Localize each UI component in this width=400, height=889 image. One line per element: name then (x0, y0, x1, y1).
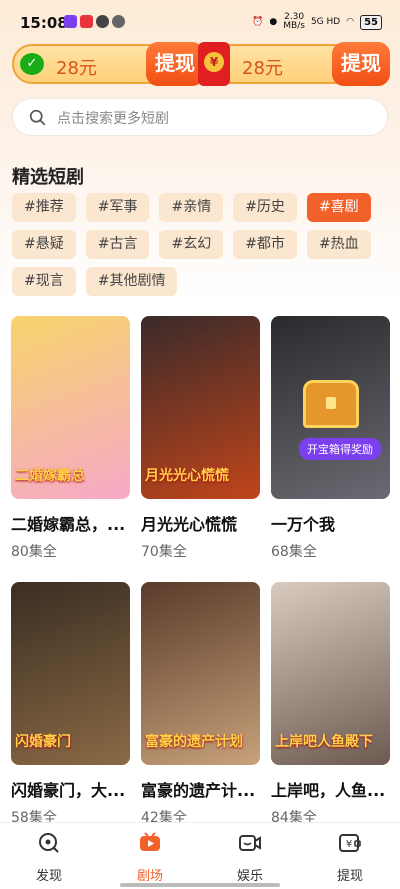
episode-count: 80集全 (11, 544, 57, 560)
withdraw-button[interactable]: 提现 (332, 42, 390, 86)
wechat-reward-card: ✓ 28元 提现 (12, 42, 204, 86)
red-envelope-icon (198, 42, 230, 86)
svg-text:¥: ¥ (346, 839, 352, 850)
drama-card[interactable]: 开宝箱得奖励一万个我 68集全 (271, 316, 390, 561)
nav-withdraw[interactable]: ¥ 提现 (320, 831, 380, 884)
tag-chip[interactable]: #军事 (85, 193, 150, 222)
tag-chip[interactable]: #现言 (12, 267, 76, 296)
app-notification-icon (64, 15, 77, 28)
tag-chip[interactable]: #热血 (306, 230, 371, 259)
status-indicators: ⏰ ● 2.30 MB/s 5G HD ◠ 55 (252, 13, 382, 31)
drama-title: 富豪的遗产计... (141, 781, 256, 800)
tag-chip[interactable]: #推荐 (12, 193, 76, 222)
tag-chip[interactable]: #其他剧情 (85, 267, 178, 296)
theater-icon (140, 832, 160, 851)
nav-theater[interactable]: 剧场 (120, 831, 180, 884)
poster-title-art: 月光光心慌慌 (145, 468, 229, 484)
nav-label: 娱乐 (236, 869, 263, 884)
withdraw-button[interactable]: 提现 (146, 42, 204, 86)
bottom-nav: 发现 剧场 娱乐 ¥ 提现 (0, 822, 400, 889)
drama-card[interactable]: 富豪的遗产计划 富豪的遗产计... 42集全 (141, 582, 260, 827)
treasure-chest-icon (303, 380, 359, 428)
drama-poster[interactable]: 富豪的遗产计划 (141, 582, 260, 765)
drama-card[interactable]: 上岸吧人鱼殿下 上岸吧，人鱼... 84集全 (271, 582, 390, 827)
episode-count: 70集全 (141, 544, 187, 560)
treasure-badge[interactable]: 开宝箱得奖励 (299, 438, 381, 460)
drama-title: 上岸吧，人鱼... (271, 781, 386, 800)
reward-amount: 28元 (242, 58, 283, 79)
nav-label: 剧场 (136, 869, 163, 884)
drama-title: 一万个我 (271, 515, 336, 534)
entertainment-icon (239, 835, 261, 851)
withdraw-icon: ¥ (339, 834, 361, 852)
nav-entertainment[interactable]: 娱乐 (220, 831, 280, 884)
discover-icon (39, 833, 59, 853)
tag-chip[interactable]: #玄幻 (159, 230, 224, 259)
tag-chip[interactable]: #古言 (85, 230, 150, 259)
drama-card[interactable]: 月光光心慌慌 月光光心慌慌 70集全 (141, 316, 260, 561)
drama-poster[interactable]: 闪婚豪门 (11, 582, 130, 765)
tag-chip[interactable]: #喜剧 (306, 193, 371, 222)
tag-chip[interactable]: #历史 (233, 193, 297, 222)
episode-count: 68集全 (271, 544, 317, 560)
poster-title-art: 二婚嫁霸总 (15, 468, 85, 484)
tag-chip[interactable]: #悬疑 (12, 230, 76, 259)
nav-label: 提现 (336, 869, 363, 884)
nav-discover[interactable]: 发现 (19, 831, 79, 884)
drama-title: 闪婚豪门，大... (11, 781, 126, 800)
location-icon: ● (269, 17, 278, 27)
battery-indicator: 55 (360, 14, 382, 30)
status-time: 15:08 (20, 14, 68, 32)
drama-title: 月光光心慌慌 (141, 515, 238, 534)
drama-poster[interactable]: 月光光心慌慌 (141, 316, 260, 499)
chat-notification-icon (96, 15, 109, 28)
drama-card[interactable]: 闪婚豪门 闪婚豪门，大... 58集全 (11, 582, 130, 827)
app-notification-icon (112, 15, 125, 28)
search-bar[interactable]: 点击搜索更多短剧 (12, 98, 388, 136)
signal-indicator: 5G HD (310, 17, 341, 27)
net-speed: 2.30 MB/s (283, 12, 305, 31)
alarm-icon: ⏰ (252, 17, 264, 27)
poster-title-art: 上岸吧人鱼殿下 (275, 734, 373, 750)
drama-title: 二婚嫁霸总，... (11, 515, 126, 534)
home-indicator (120, 883, 280, 887)
notification-icons (64, 15, 125, 28)
app-notification-icon (80, 15, 93, 28)
wechat-icon: ✓ (20, 53, 44, 75)
nav-label: 发现 (35, 869, 62, 884)
drama-poster[interactable]: 上岸吧人鱼殿下 (271, 582, 390, 765)
red-envelope-reward-card: 28元 提现 (198, 42, 390, 86)
category-tags: #推荐 #军事 #亲情 #历史 #喜剧 #悬疑 #古言 #玄幻 #都市 #热血 #现言 #其他剧情 (12, 193, 392, 296)
search-input[interactable]: 点击搜索更多短剧 (57, 108, 169, 128)
search-icon (29, 109, 46, 126)
poster-title-art: 富豪的遗产计划 (145, 734, 243, 750)
drama-poster[interactable]: 二婚嫁霸总 (11, 316, 130, 499)
tag-chip[interactable]: #亲情 (159, 193, 224, 222)
reward-amount: 28元 (56, 58, 97, 79)
section-title: 精选短剧 (12, 167, 84, 188)
status-bar: 15:08 ⏰ ● 2.30 MB/s 5G HD ◠ 55 (0, 0, 400, 40)
tag-chip[interactable]: #都市 (233, 230, 297, 259)
drama-poster[interactable]: 开宝箱得奖励 (271, 316, 390, 499)
wifi-icon: ◠ (346, 17, 355, 27)
poster-title-art: 闪婚豪门 (15, 734, 71, 750)
drama-card[interactable]: 二婚嫁霸总二婚嫁霸总，... 80集全 (11, 316, 130, 561)
